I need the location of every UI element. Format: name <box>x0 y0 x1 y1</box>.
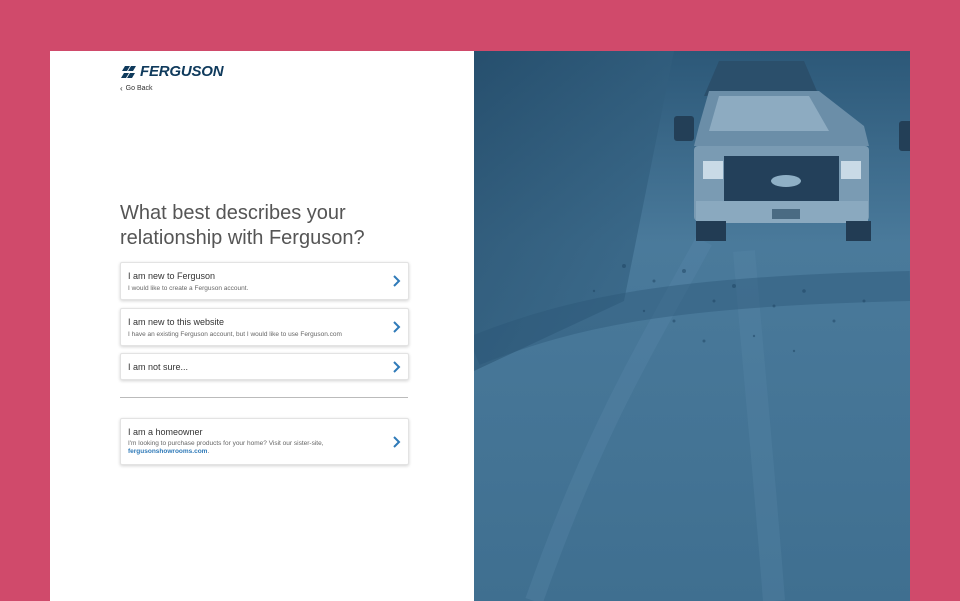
content-panel: FERGUSON ‹ Go Back What best describes y… <box>50 51 474 601</box>
option-title: I am new to this website <box>128 317 225 327</box>
option-title: I am a homeowner <box>128 427 203 437</box>
chevron-right-icon <box>393 435 401 448</box>
go-back-label: Go Back <box>125 85 153 92</box>
chevron-right-icon <box>393 360 401 373</box>
option-subtitle: I would like to create a Ferguson accoun… <box>128 285 249 292</box>
go-back-link[interactable]: ‹ Go Back <box>120 84 153 93</box>
option-subtitle: I have an existing Ferguson account, but… <box>128 331 342 338</box>
ferguson-logo[interactable]: FERGUSON <box>121 63 224 80</box>
chevron-right-icon <box>393 275 401 287</box>
option-not-sure[interactable]: I am not sure... <box>120 353 409 380</box>
option-title: I am new to Ferguson <box>128 271 216 281</box>
page-frame: FERGUSON ‹ Go Back What best describes y… <box>50 51 910 601</box>
ferguson-logo-mark-icon <box>121 65 136 78</box>
homeowner-text: I'm looking to purchase products for you… <box>128 440 324 447</box>
option-subtitle: I'm looking to purchase products for you… <box>128 440 324 456</box>
option-new-to-website[interactable]: I am new to this website I have an exist… <box>120 308 409 346</box>
page-title: What best describes your relationship wi… <box>120 202 365 249</box>
chevron-left-icon: ‹ <box>120 84 123 93</box>
option-new-to-ferguson[interactable]: I am new to Ferguson I would like to cre… <box>120 262 409 300</box>
hero-photo <box>474 51 910 601</box>
link-suffix: . <box>207 448 210 455</box>
option-homeowner[interactable]: I am a homeowner I'm looking to purchase… <box>120 418 409 465</box>
truck-on-muddy-road-image <box>474 51 910 601</box>
showrooms-link[interactable]: fergusonshowrooms.com <box>128 448 207 455</box>
divider <box>120 397 408 398</box>
option-title: I am not sure... <box>128 362 189 372</box>
brand-name: FERGUSON <box>140 63 224 80</box>
chevron-right-icon <box>393 321 401 333</box>
